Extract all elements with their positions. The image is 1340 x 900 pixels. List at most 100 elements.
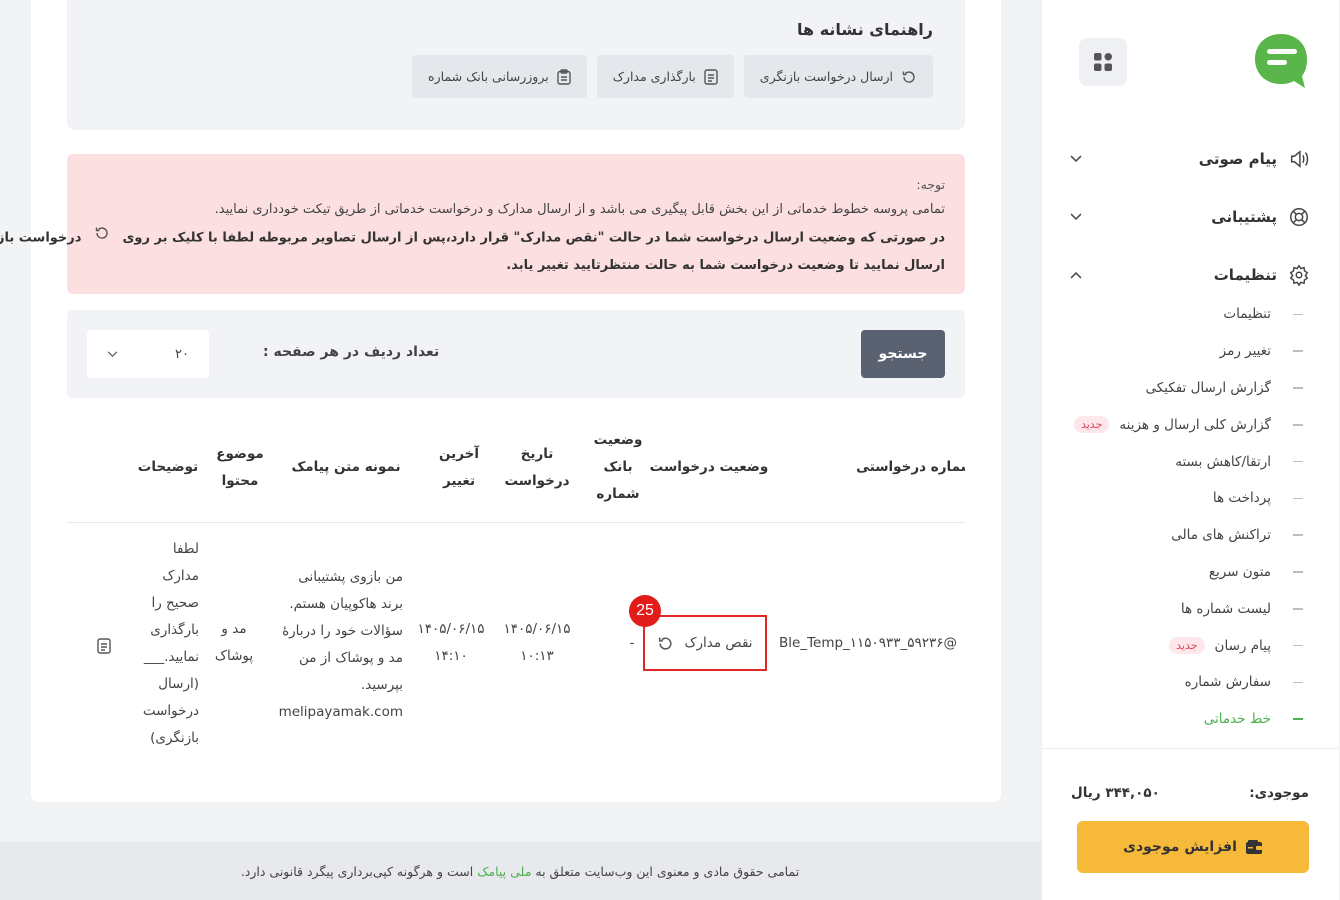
header-text: تاریخ — [521, 446, 555, 462]
header-text: بانک — [604, 459, 634, 475]
submenu-item-overall-report[interactable]: گزارش کلی ارسال و هزینه جدید — [1042, 406, 1340, 443]
header-request-status: وضعیت درخواست — [650, 459, 770, 475]
submenu-label: تراکنش های مالی — [1172, 527, 1272, 544]
rows-per-page-label: تعداد ردیف در هر صفحه : — [264, 344, 441, 360]
date-text: ۱۴۰۵/۰۶/۱۵ — [418, 621, 486, 637]
refresh-icon[interactable] — [658, 635, 675, 652]
sample-line: بپرسید. — [361, 677, 404, 693]
icon-guide-buttons: ارسال درخواست بازنگری بارگذاری مدارک برو… — [413, 55, 934, 98]
rows-per-page-select[interactable]: ۲۰ — [88, 330, 210, 378]
submenu-label: خط خدماتی — [1204, 711, 1272, 728]
rows-per-page-value: ۲۰ — [176, 346, 190, 362]
search-button[interactable]: جستجو — [862, 330, 946, 378]
submenu-label: متون سریع — [1209, 563, 1272, 580]
cell-request-status[interactable]: نقص مدارک — [644, 615, 768, 671]
sidebar-menu: پیام صوتی پشتیبانی تنظیمات — [1042, 130, 1340, 304]
step-number-badge: 25 — [630, 595, 662, 627]
submenu-item-detailed-report[interactable]: گزارش ارسال تفکیکی — [1042, 370, 1340, 407]
increase-balance-button[interactable]: افزایش موجودی — [1078, 821, 1310, 873]
dash-marker — [1294, 534, 1304, 536]
sample-line: سؤالات خود را دربارهٔ — [283, 623, 404, 639]
main-card: راهنمای نشانه ها ارسال درخواست بازنگری ب… — [0, 0, 1002, 802]
submenu-label: پرداخت ها — [1213, 490, 1272, 507]
time-text: ۱۰:۱۳ — [521, 648, 555, 664]
alert-line-2a: در صورتی که وضعیت ارسال درخواست شما در ح… — [123, 230, 946, 246]
chevron-down-icon — [1070, 152, 1084, 166]
guide-label: ارسال درخواست بازنگری — [760, 69, 894, 84]
subject-line: مد و — [222, 621, 248, 637]
header-text: درخواست — [505, 473, 571, 489]
notes-line: نمایید.___ — [144, 649, 200, 665]
sidebar-item-label: تنظیمات — [1214, 266, 1278, 284]
balance-value: ۳۴۴,۰۵۰ ریال — [1072, 785, 1161, 801]
submenu-item-upgrade-package[interactable]: ارتقا/کاهش بسته — [1042, 443, 1340, 480]
guide-label: بروزرسانی بانک شماره — [429, 69, 550, 84]
cell-content-subject: مد و پوشاک — [210, 616, 260, 670]
speaker-icon — [1288, 147, 1312, 171]
submenu-label: گزارش ارسال تفکیکی — [1146, 379, 1272, 396]
wallet-icon — [1246, 839, 1264, 855]
submenu-item-payments[interactable]: پرداخت ها — [1042, 480, 1340, 517]
lifebuoy-icon — [1288, 205, 1312, 229]
icon-guide-title: راهنمای نشانه ها — [798, 20, 934, 39]
header-text: موضوع — [217, 446, 265, 462]
alert-line-3: ارسال نمایید تا وضعیت درخواست شما به حال… — [507, 258, 946, 273]
copyright-footer: تمامی حقوق مادی و معنوی این وب‌سایت متعل… — [0, 842, 1042, 900]
chevron-up-icon — [1070, 268, 1084, 282]
footer-brand-link[interactable]: ملی پیامک — [478, 864, 532, 879]
submenu-label: گزارش کلی ارسال و هزینه — [1120, 416, 1272, 433]
upload-documents-action[interactable] — [94, 638, 112, 656]
cell-bank-status: - — [630, 635, 636, 651]
time-text: ۱۴:۱۰ — [435, 648, 469, 664]
sidebar-item-voice-message[interactable]: پیام صوتی — [1042, 130, 1340, 188]
notes-line: مدارک — [163, 568, 200, 584]
dash-marker — [1294, 387, 1304, 389]
submenu-item-service-line[interactable]: خط خدماتی — [1042, 701, 1340, 738]
status-text: نقص مدارک — [685, 635, 754, 651]
grid-icon — [1095, 53, 1113, 71]
submenu-item-messenger[interactable]: پیام رسان جدید — [1042, 627, 1340, 664]
dash-marker — [1294, 718, 1304, 720]
header-content-subject: موضوع محتوا — [214, 441, 268, 495]
submenu-item-change-password[interactable]: تغییر رمز — [1042, 333, 1340, 370]
refresh-icon — [902, 69, 918, 85]
sidebar: پیام صوتی پشتیبانی تنظیمات تنظیمات تغییر… — [1042, 0, 1340, 900]
refresh-icon — [95, 224, 111, 252]
submenu-label: سفارش شماره — [1185, 674, 1272, 691]
submenu-item-order-number[interactable]: سفارش شماره — [1042, 664, 1340, 701]
submenu-item-settings[interactable]: تنظیمات — [1042, 296, 1340, 333]
gear-icon — [1288, 263, 1312, 287]
notes-line: صحیح را — [152, 595, 200, 611]
new-badge: جدید — [1074, 416, 1111, 434]
cell-sample-text: من بازوی پشتیبانی برند هاکوپیان هستم. سؤ… — [264, 564, 404, 726]
dash-marker — [1294, 460, 1304, 463]
guide-update-number-bank: بروزرسانی بانک شماره — [413, 55, 588, 98]
chevron-down-icon — [1070, 210, 1084, 224]
guide-resubmit-request: ارسال درخواست بازنگری — [744, 55, 934, 98]
submenu-item-transactions[interactable]: تراکنش های مالی — [1042, 517, 1340, 554]
balance-panel: موجودی: ۳۴۴,۰۵۰ ریال افزایش موجودی — [1042, 748, 1340, 900]
chevron-down-icon — [108, 347, 119, 362]
header-divider — [68, 522, 966, 523]
notice-alert: توجه: تمامی پروسه خطوط خدماتی از این بخش… — [0, 154, 966, 294]
icon-guide-box: راهنمای نشانه ها ارسال درخواست بازنگری ب… — [68, 0, 966, 130]
dash-marker — [1294, 571, 1304, 573]
subject-line: پوشاک — [215, 648, 255, 664]
cell-notes: لطفا مدارک صحیح را بارگذاری نمایید.___ (… — [130, 536, 200, 752]
sidebar-item-support[interactable]: پشتیبانی — [1042, 188, 1340, 246]
alert-title: توجه: — [917, 177, 946, 192]
header-text: محتوا — [222, 473, 260, 489]
header-notes: توضیحات — [138, 459, 200, 475]
apps-grid-button[interactable] — [1080, 38, 1128, 86]
notes-line: بازنگری) — [151, 730, 200, 746]
submenu-item-quick-texts[interactable]: متون سریع — [1042, 554, 1340, 591]
submenu-item-number-list[interactable]: لیست شماره ها — [1042, 590, 1340, 627]
dash-marker — [1294, 350, 1304, 352]
notes-line: درخواست — [143, 703, 200, 719]
service-lines-table: شماره درخواستی وضعیت درخواست وضعیت بانک … — [68, 412, 966, 772]
settings-submenu: تنظیمات تغییر رمز گزارش ارسال تفکیکی گزا… — [1042, 296, 1340, 738]
document-icon — [98, 638, 112, 654]
melipayamak-logo[interactable] — [1254, 32, 1310, 90]
alert-line-1: تمامی پروسه خطوط خدماتی از این بخش قابل … — [215, 202, 946, 217]
footer-text-a: تمامی حقوق مادی و معنوی این وب‌سایت متعل… — [536, 863, 801, 879]
